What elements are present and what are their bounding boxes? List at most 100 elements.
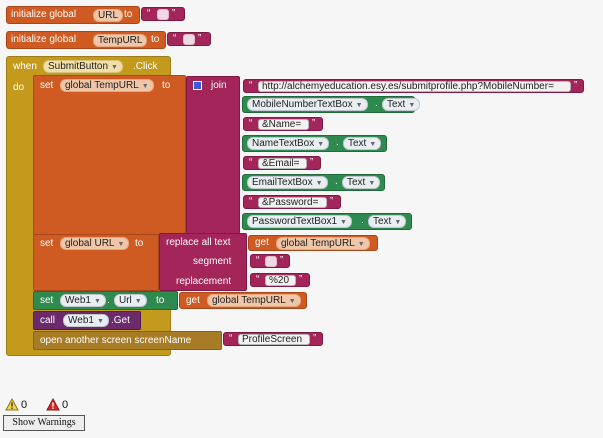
dropdown-arrow-icon: ▼: [111, 64, 118, 71]
variable-dropdown[interactable]: global TempURL ▼: [276, 237, 370, 250]
init-global-label: initialize global: [11, 9, 77, 20]
text-field[interactable]: &Password=: [258, 197, 327, 208]
get-label: get: [255, 237, 269, 248]
open-quote: “: [249, 196, 253, 207]
to-label: to: [156, 295, 165, 306]
dot-label: .: [336, 137, 339, 148]
dropdown-arrow-icon: ▼: [394, 219, 402, 226]
dropdown-arrow-icon: ▼: [117, 241, 125, 248]
open-screen-block[interactable]: open another screen screenName: [33, 331, 222, 350]
to-label: to: [135, 238, 144, 249]
replace-all-block[interactable]: replace all text segment replacement: [159, 233, 247, 291]
text-field[interactable]: http://alchemyeducation.esy.es/submitpro…: [258, 81, 571, 92]
replacement-text-block[interactable]: “ %20 ”: [250, 273, 310, 287]
get-label: get: [186, 295, 200, 306]
dot-label: .: [361, 215, 364, 226]
dropdown-arrow-icon: ▼: [288, 298, 296, 305]
text-field[interactable]: [157, 9, 169, 20]
set-url-block[interactable]: set global URL ▼ to: [33, 234, 159, 291]
password-param-text-block[interactable]: “ &Password= ”: [243, 195, 341, 209]
close-quote: ”: [172, 8, 176, 19]
dropdown-arrow-icon: ▼: [408, 102, 416, 109]
component-dropdown[interactable]: EmailTextBox ▼: [247, 176, 328, 189]
replace-all-label: replace all text: [166, 237, 231, 248]
to-label: to: [162, 80, 171, 91]
open-quote: “: [249, 157, 253, 168]
set-tempurl-block[interactable]: set global TempURL ▼ to: [33, 75, 186, 235]
text-field[interactable]: &Email=: [258, 158, 307, 169]
set-label: set: [40, 295, 54, 306]
dot-label: .: [375, 98, 378, 109]
open-screen-label: open another screen screenName: [40, 335, 192, 346]
email-textbox-text-block[interactable]: EmailTextBox ▼ . Text ▼: [242, 174, 385, 191]
close-quote: ”: [574, 80, 578, 91]
text-field[interactable]: &Name=: [258, 119, 309, 130]
text-field[interactable]: [265, 256, 277, 267]
property-dropdown[interactable]: Text ▼: [342, 176, 381, 189]
close-quote: ”: [310, 157, 314, 168]
open-quote: “: [249, 80, 253, 91]
global-url-block[interactable]: initialize global URL to: [6, 6, 140, 24]
set-label: set: [40, 238, 54, 249]
variable-dropdown[interactable]: global URL ▼: [60, 237, 130, 250]
property-dropdown[interactable]: Url ▼: [114, 294, 147, 307]
init-global-label: initialize global: [11, 34, 77, 45]
empty-text-block[interactable]: “ ”: [141, 7, 185, 21]
component-dropdown[interactable]: SubmitButton ▼: [43, 60, 123, 73]
dropdown-arrow-icon: ▼: [317, 141, 325, 148]
mobile-textbox-text-block[interactable]: MobileNumberTextBox ▼ . Text ▼: [242, 96, 421, 113]
method-label: .Get: [111, 315, 130, 326]
close-quote: ”: [330, 196, 334, 207]
url-text-block[interactable]: “ http://alchemyeducation.esy.es/submitp…: [243, 79, 584, 93]
dropdown-arrow-icon: ▼: [340, 219, 347, 226]
variable-dropdown[interactable]: global TempURL ▼: [60, 79, 154, 92]
set-label: set: [40, 80, 54, 91]
segment-text-block[interactable]: “ ”: [250, 254, 290, 268]
to-label: to: [124, 9, 133, 20]
text-field[interactable]: [183, 34, 195, 45]
name-textbox-text-block[interactable]: NameTextBox ▼ . Text ▼: [242, 135, 387, 152]
open-quote: “: [249, 118, 253, 129]
mutator-gear-icon[interactable]: [193, 81, 202, 90]
close-quote: ”: [299, 274, 303, 285]
component-dropdown[interactable]: MobileNumberTextBox ▼: [247, 98, 368, 111]
segment-label: segment: [193, 256, 232, 267]
open-quote: “: [256, 255, 260, 266]
replacement-label: replacement: [176, 276, 232, 287]
name-param-text-block[interactable]: “ &Name= ”: [243, 117, 323, 131]
warning-count: 0: [21, 399, 28, 411]
empty-text-block[interactable]: “ ”: [167, 32, 211, 46]
dropdown-arrow-icon: ▼: [369, 141, 377, 148]
dropdown-arrow-icon: ▼: [355, 102, 363, 109]
close-quote: ”: [312, 118, 316, 129]
screen-name-text-block[interactable]: “ ProfileScreen ”: [223, 332, 323, 346]
join-label: join: [211, 80, 227, 91]
get-tempurl-block[interactable]: get global TempURL ▼: [179, 292, 307, 309]
call-web-get-block[interactable]: call Web1 ▼ .Get: [33, 311, 141, 330]
text-field[interactable]: %20: [265, 275, 296, 286]
error-icon: [46, 397, 60, 414]
component-dropdown[interactable]: Web1 ▼: [60, 294, 106, 307]
global-name-field[interactable]: URL: [93, 9, 124, 22]
set-web-url-block[interactable]: set Web1 ▼ . Url ▼ to: [33, 291, 178, 310]
variable-dropdown[interactable]: global TempURL ▼: [207, 294, 301, 307]
to-label: to: [151, 34, 160, 45]
text-field[interactable]: ProfileScreen: [238, 334, 310, 345]
global-name-field[interactable]: TempURL: [93, 34, 148, 47]
component-dropdown[interactable]: PasswordTextBox1 ▼: [247, 215, 352, 228]
component-dropdown[interactable]: Web1 ▼: [63, 314, 109, 327]
show-warnings-button[interactable]: Show Warnings: [3, 415, 85, 431]
property-dropdown[interactable]: Text ▼: [343, 137, 382, 150]
password-textbox-text-block[interactable]: PasswordTextBox1 ▼ . Text ▼: [242, 213, 412, 230]
dropdown-arrow-icon: ▼: [315, 180, 323, 187]
open-quote: “: [256, 274, 260, 285]
property-dropdown[interactable]: Text ▼: [368, 215, 407, 228]
get-tempurl-block[interactable]: get global TempURL ▼: [248, 235, 378, 251]
global-tempurl-block[interactable]: initialize global TempURL to: [6, 31, 166, 49]
join-block[interactable]: join: [186, 76, 240, 234]
email-param-text-block[interactable]: “ &Email= ”: [243, 156, 321, 170]
property-dropdown[interactable]: Text ▼: [382, 98, 421, 111]
component-dropdown[interactable]: NameTextBox ▼: [247, 137, 330, 150]
event-name-label: .Click: [133, 61, 158, 72]
dot-label: .: [107, 295, 110, 306]
